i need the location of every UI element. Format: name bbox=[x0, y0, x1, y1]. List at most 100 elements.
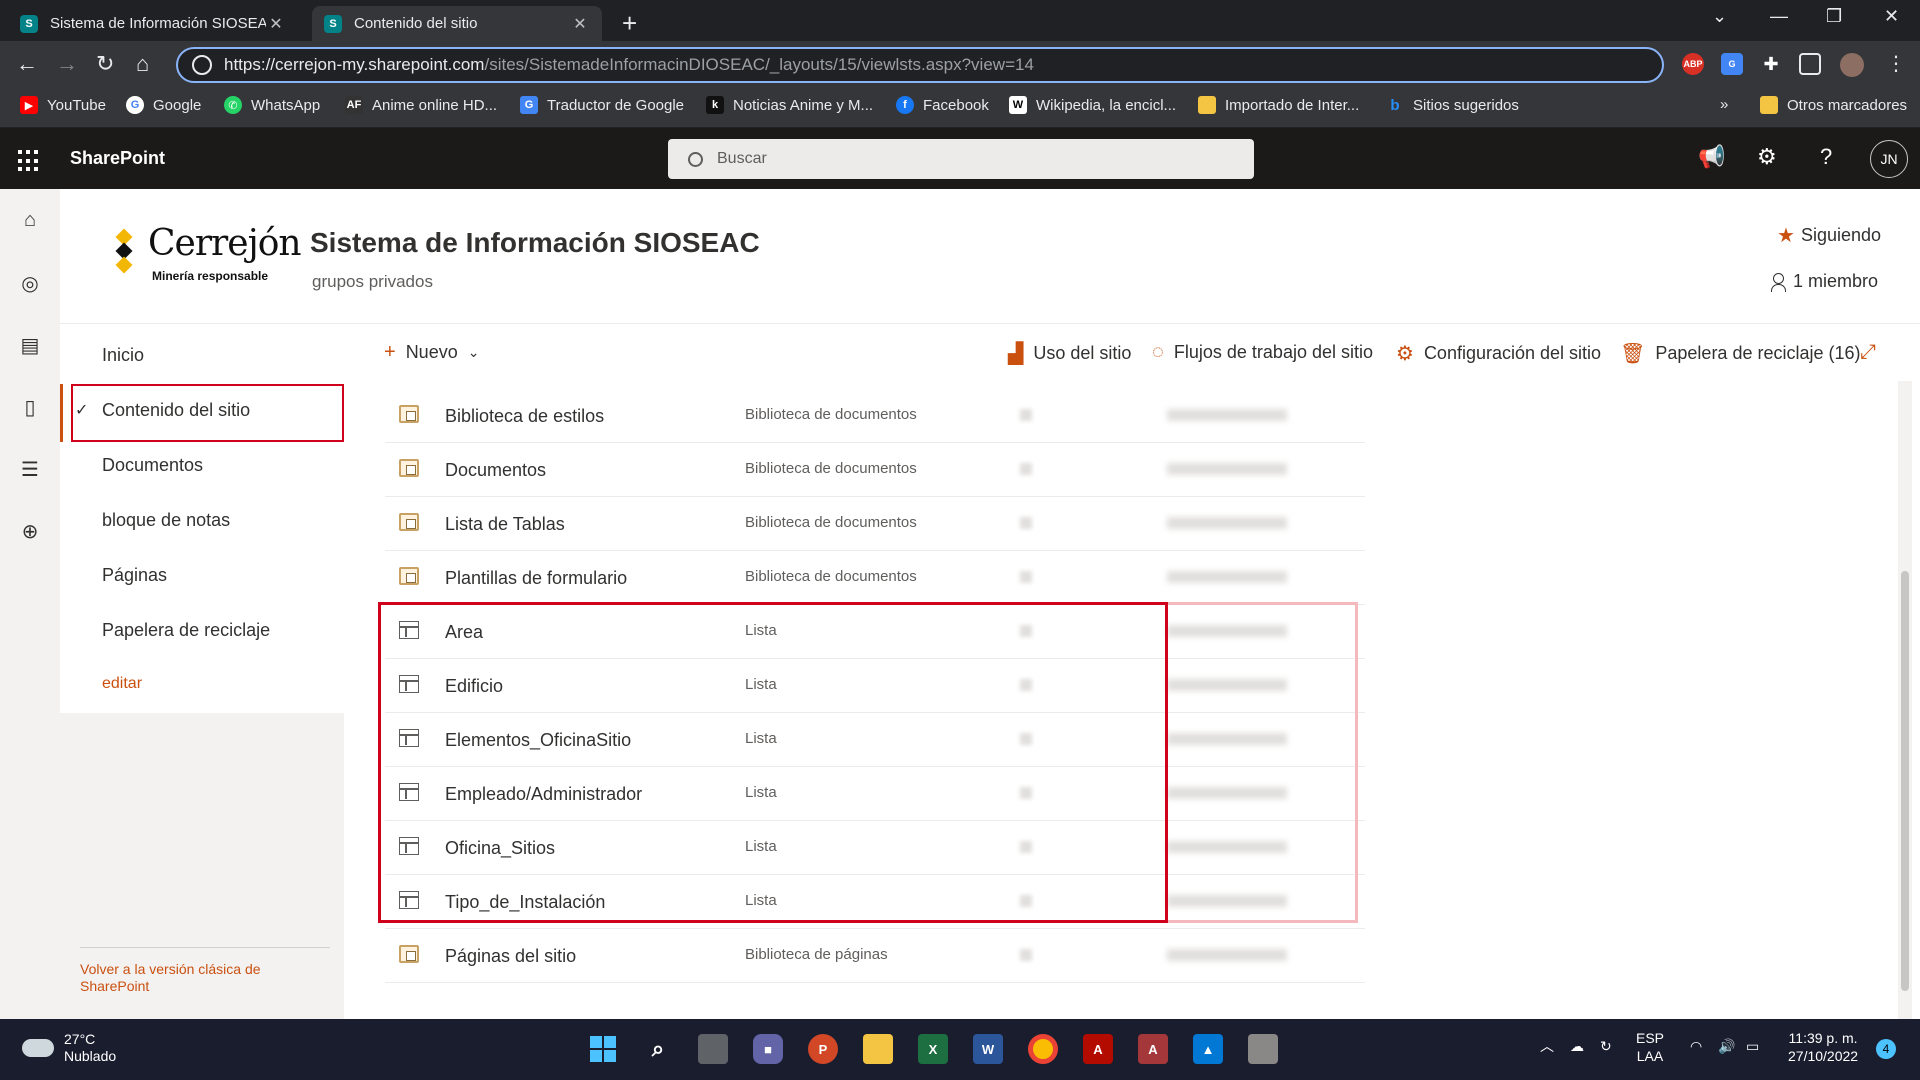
app-launcher-icon[interactable] bbox=[18, 150, 40, 172]
onedrive-cloud-icon[interactable]: ☁ bbox=[1570, 1037, 1584, 1055]
bookmark-facebook[interactable]: f Facebook bbox=[896, 96, 989, 114]
translate-extension-icon[interactable]: G bbox=[1721, 53, 1743, 75]
site-workflows-button[interactable]: ◌ Flujos de trabajo del sitio bbox=[1152, 341, 1373, 364]
bookmark-imported[interactable]: Importado de Inter... bbox=[1198, 96, 1359, 114]
weather-widget[interactable]: 27°C Nublado bbox=[22, 1031, 116, 1065]
avatar[interactable]: JN bbox=[1870, 140, 1908, 178]
nav-item-documentos[interactable]: Documentos bbox=[102, 455, 203, 476]
address-bar[interactable]: https://cerrejon-my. sharepoint.com/sites… bbox=[176, 47, 1664, 83]
minimize-button[interactable]: — bbox=[1770, 6, 1788, 27]
help-icon[interactable]: ? bbox=[1820, 144, 1832, 170]
follow-button[interactable]: ★ Siguiendo bbox=[1777, 223, 1881, 248]
app-icon[interactable] bbox=[1248, 1034, 1278, 1064]
search-box[interactable]: Buscar bbox=[668, 139, 1254, 179]
site-title[interactable]: Sistema de Información SIOSEAC bbox=[310, 227, 760, 259]
site-settings-button[interactable]: ⚙ Configuración del sitio bbox=[1396, 341, 1601, 366]
members-button[interactable]: 1 miembro bbox=[1771, 271, 1878, 292]
suite-brand[interactable]: SharePoint bbox=[70, 148, 165, 169]
battery-icon[interactable]: ▭ bbox=[1746, 1037, 1759, 1055]
windows-start-icon[interactable] bbox=[588, 1034, 618, 1064]
show-hidden-icons-chevron-icon[interactable]: ︿ bbox=[1540, 1037, 1554, 1055]
search-icon[interactable]: ⌕ bbox=[643, 1034, 673, 1064]
site-usage-button[interactable]: ▟ Uso del sitio bbox=[1008, 341, 1131, 366]
language-indicator[interactable]: ESP LAA bbox=[1636, 1029, 1664, 1065]
file-icon[interactable]: ▯ bbox=[19, 395, 41, 419]
list-item[interactable]: Páginas del sitio Biblioteca de páginas bbox=[385, 929, 1365, 983]
list-item[interactable]: Lista de Tablas Biblioteca de documentos bbox=[385, 497, 1365, 551]
bookmark-wikipedia[interactable]: W Wikipedia, la encicl... bbox=[1009, 96, 1176, 114]
nav-item-site-contents[interactable]: Contenido del sitio bbox=[102, 400, 250, 421]
notification-badge[interactable]: 4 bbox=[1876, 1039, 1896, 1059]
gear-icon[interactable]: ⚙ bbox=[1757, 144, 1777, 170]
new-tab-button[interactable]: + bbox=[622, 8, 637, 39]
close-icon[interactable]: ✕ bbox=[570, 14, 590, 34]
back-arrow-icon[interactable]: ← bbox=[16, 51, 38, 77]
access-icon[interactable]: A bbox=[1138, 1034, 1168, 1064]
nav-item-inicio[interactable]: Inicio bbox=[102, 345, 144, 366]
translate-icon: G bbox=[520, 96, 538, 114]
wifi-icon[interactable]: ◠ bbox=[1690, 1037, 1702, 1055]
folder-icon bbox=[1760, 96, 1778, 114]
file-explorer-icon[interactable] bbox=[863, 1034, 893, 1064]
home-icon[interactable]: ⌂ bbox=[136, 51, 149, 77]
tab-sioseac[interactable]: S Sistema de Información SIOSEAC ✕ bbox=[8, 6, 298, 41]
tab-search-chevron-icon[interactable]: ⌄ bbox=[1712, 6, 1727, 27]
new-button[interactable]: + Nuevo ⌄ bbox=[384, 341, 479, 364]
scrollbar[interactable] bbox=[1898, 381, 1912, 1019]
nav-edit-link[interactable]: editar bbox=[102, 675, 142, 693]
close-icon[interactable]: ✕ bbox=[266, 14, 286, 34]
list-item[interactable]: Biblioteca de estilos Biblioteca de docu… bbox=[385, 389, 1365, 443]
nav-item-notebook[interactable]: bloque de notas bbox=[102, 510, 230, 531]
bookmark-news[interactable]: k Noticias Anime y M... bbox=[706, 96, 873, 114]
site-header: Cerrejón Minería responsable Sistema de … bbox=[60, 189, 1920, 324]
create-icon[interactable]: ⊕ bbox=[19, 519, 41, 543]
megaphone-icon[interactable]: 📢 bbox=[1698, 144, 1725, 170]
news-icon[interactable]: ▤ bbox=[19, 333, 41, 357]
nav-item-recycle-bin[interactable]: Papelera de reciclaje bbox=[102, 620, 270, 641]
word-icon[interactable]: W bbox=[973, 1034, 1003, 1064]
globe-icon[interactable]: ◎ bbox=[19, 271, 41, 295]
acrobat-icon[interactable]: A bbox=[1083, 1034, 1113, 1064]
bookmark-translate[interactable]: G Traductor de Google bbox=[520, 96, 684, 114]
excel-icon[interactable]: X bbox=[918, 1034, 948, 1064]
list-item[interactable]: Plantillas de formulario Biblioteca de d… bbox=[385, 551, 1365, 605]
photos-icon[interactable]: ▲ bbox=[1193, 1034, 1223, 1064]
bookmark-youtube[interactable]: ▶ YouTube bbox=[20, 96, 106, 114]
puzzle-extensions-icon[interactable]: ✚ bbox=[1760, 53, 1782, 75]
expand-icon[interactable]: ⤢ bbox=[1860, 341, 1876, 364]
other-bookmarks[interactable]: Otros marcadores bbox=[1760, 96, 1907, 114]
chrome-icon[interactable] bbox=[1028, 1034, 1058, 1064]
bookmark-whatsapp[interactable]: ✆ WhatsApp bbox=[224, 96, 320, 114]
browser-tab-bar: S Sistema de Información SIOSEAC ✕ S Con… bbox=[0, 0, 1920, 41]
restore-button[interactable]: ❐ bbox=[1826, 6, 1842, 27]
reload-icon[interactable]: ↻ bbox=[96, 51, 114, 77]
profile-avatar-icon[interactable] bbox=[1840, 53, 1864, 77]
list-item[interactable]: Documentos Biblioteca de documentos bbox=[385, 443, 1365, 497]
site-logo[interactable]: Cerrejón Minería responsable bbox=[112, 223, 302, 289]
more-bookmarks-button[interactable]: » bbox=[1720, 96, 1728, 113]
bookmark-anime[interactable]: AF Anime online HD... bbox=[345, 96, 497, 114]
forward-arrow-icon[interactable]: → bbox=[56, 51, 78, 77]
menu-kebab-icon[interactable]: ⋮ bbox=[1886, 51, 1906, 76]
chat-icon[interactable]: ■ bbox=[753, 1034, 783, 1064]
clock[interactable]: 11:39 p. m. 27/10/2022 bbox=[1788, 1029, 1858, 1065]
volume-icon[interactable]: 🔊 bbox=[1718, 1037, 1735, 1055]
lists-icon[interactable]: ☰ bbox=[19, 457, 41, 481]
bookmark-google[interactable]: G Google bbox=[126, 96, 201, 114]
sync-icon[interactable]: ↻ bbox=[1600, 1037, 1612, 1055]
gear-icon: ⚙ bbox=[1396, 343, 1414, 365]
close-window-button[interactable]: ✕ bbox=[1884, 6, 1899, 27]
site-info-icon[interactable] bbox=[192, 55, 212, 75]
nav-item-paginas[interactable]: Páginas bbox=[102, 565, 167, 586]
adblock-extension-icon[interactable]: ABP bbox=[1682, 53, 1704, 75]
recycle-bin-button[interactable]: 🗑 Papelera de reciclaje (16) bbox=[1620, 341, 1861, 366]
task-view-icon[interactable] bbox=[698, 1034, 728, 1064]
bookmark-suggested[interactable]: b Sitios sugeridos bbox=[1386, 96, 1518, 114]
tab-site-contents[interactable]: S Contenido del sitio ✕ bbox=[312, 6, 602, 41]
classic-experience-link[interactable]: Volver a la versión clásica de SharePoin… bbox=[80, 961, 310, 995]
powerpoint-icon[interactable]: P bbox=[808, 1034, 838, 1064]
home-icon[interactable]: ⌂ bbox=[19, 209, 41, 231]
side-panel-icon[interactable] bbox=[1799, 53, 1821, 75]
scrollbar-thumb[interactable] bbox=[1901, 571, 1909, 991]
app-bar: ⌂ ◎ ▤ ▯ ☰ ⊕ bbox=[0, 189, 60, 1019]
